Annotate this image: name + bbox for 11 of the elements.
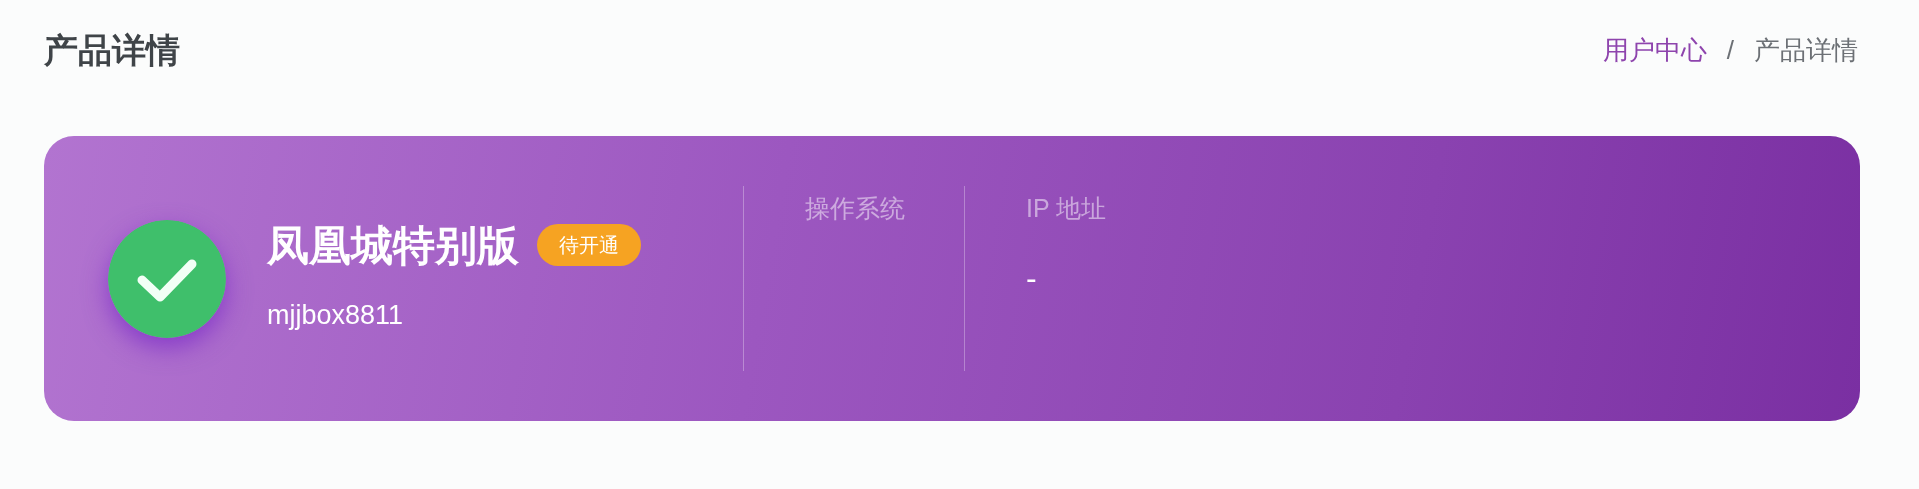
check-icon <box>108 219 226 338</box>
breadcrumb-link[interactable]: 用户中心 <box>1602 30 1707 70</box>
product-name: 凤凰城特别版 <box>267 220 519 271</box>
username: mjjbox8811 <box>267 298 405 332</box>
breadcrumb-separator: / <box>1726 33 1734 67</box>
status-badge: 待开通 <box>537 224 641 267</box>
page-title: 产品详情 <box>44 29 180 71</box>
field-label: 操作系统 <box>805 193 906 224</box>
field-label: IP 地址 <box>1026 193 1108 224</box>
field-value: - <box>1026 258 1038 298</box>
breadcrumb-current: 产品详情 <box>1754 33 1858 67</box>
